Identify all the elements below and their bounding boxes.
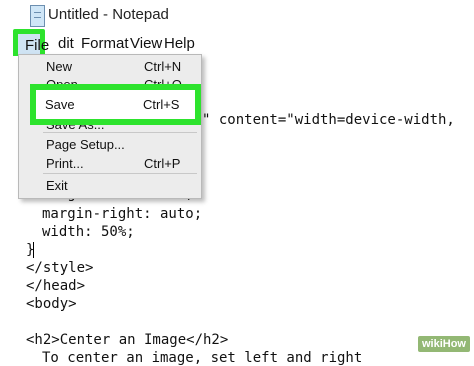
code-line: </style> — [26, 260, 94, 276]
notepad-icon — [30, 5, 45, 27]
code-line: <body> — [26, 296, 77, 312]
menu-item-save[interactable]: Save Ctrl+S — [30, 84, 201, 125]
menu-item-page-setup[interactable]: Page Setup... — [19, 135, 201, 155]
menu-edit[interactable]: dit — [58, 35, 74, 52]
text-caret — [33, 242, 34, 258]
menu-item-exit[interactable]: Exit — [19, 176, 201, 196]
title-bar: Untitled - Notepad — [0, 0, 474, 33]
file-menu-dropdown: New Ctrl+N Open... Ctrl+O Save As... Pag… — [18, 54, 202, 199]
code-line: To center an image, set left and right — [42, 350, 363, 366]
menu-format[interactable]: Format — [81, 35, 129, 52]
menu-item-label: Exit — [46, 178, 68, 193]
menu-separator — [43, 173, 197, 174]
menu-separator — [43, 132, 197, 133]
code-line: <h2>Center an Image</h2> — [26, 332, 229, 348]
code-line: </head> — [26, 278, 86, 294]
code-line: " content="width=device-width, — [202, 112, 455, 128]
menu-item-new[interactable]: New Ctrl+N — [19, 57, 201, 77]
menu-item-shortcut: Ctrl+N — [144, 59, 182, 74]
menu-item-shortcut: Ctrl+S — [143, 97, 180, 112]
window-title: Untitled - Notepad — [48, 6, 169, 23]
menu-item-label: Print... — [46, 156, 84, 171]
menu-item-label: Save — [45, 97, 75, 112]
menu-view[interactable]: View — [130, 35, 162, 52]
code-line: width: 50%; — [42, 224, 135, 240]
menu-file-label: File — [25, 37, 50, 54]
menu-help[interactable]: Help — [164, 35, 195, 52]
menu-item-print[interactable]: Print... Ctrl+P — [19, 154, 201, 174]
code-line: margin-right: auto; — [42, 206, 203, 222]
menu-item-shortcut: Ctrl+P — [144, 156, 181, 171]
menu-item-label: New — [46, 59, 73, 74]
menu-bar: dit Format View Help — [0, 32, 474, 56]
wikihow-watermark: wikiHow — [417, 336, 470, 352]
menu-item-label: Page Setup... — [46, 137, 125, 152]
